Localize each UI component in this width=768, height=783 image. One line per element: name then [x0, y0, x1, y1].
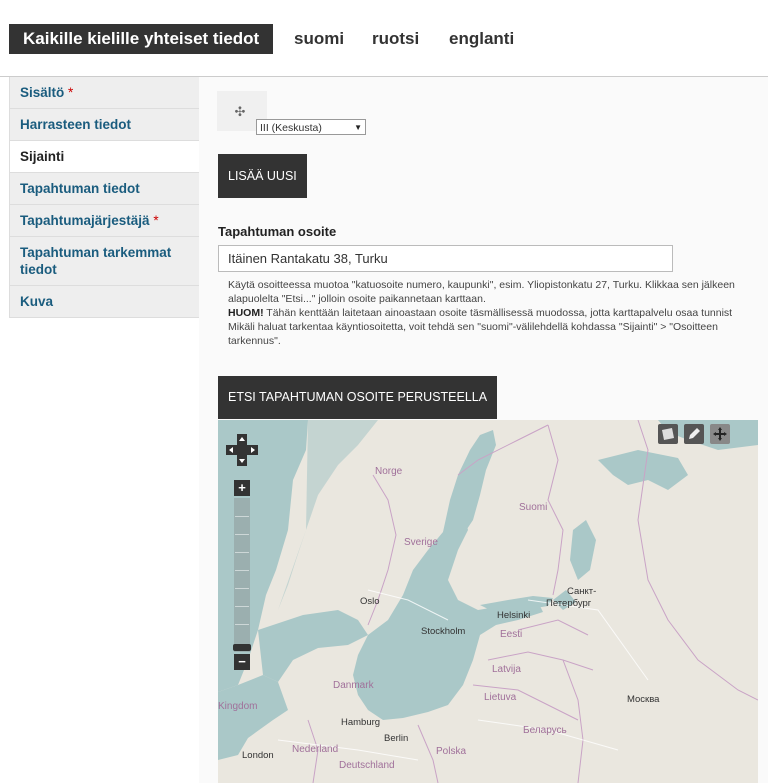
zoom-tick: [235, 570, 249, 571]
help-line: tarkennus".: [228, 335, 281, 347]
district-select[interactable]: III (Keskusta) ▼: [256, 119, 366, 135]
sidebar-item-label: Tapahtuman tarkemmat tiedot: [20, 245, 172, 277]
zoom-control: + −: [233, 480, 251, 670]
zoom-track[interactable]: [233, 498, 251, 652]
map-label-oslo: Oslo: [360, 596, 380, 607]
map-label-sverige: Sverige: [404, 537, 438, 548]
zoom-tick: [235, 606, 249, 607]
address-input[interactable]: Itäinen Rantakatu 38, Turku: [218, 245, 673, 272]
map-label-spb-1: Санкт-: [567, 586, 597, 597]
map-label-deutschland: Deutschland: [339, 760, 395, 771]
help-line: Mikäli haluat tarkentaa käyntiosoitetta,…: [228, 321, 718, 333]
district-select-value: III (Keskusta): [260, 122, 322, 134]
zoom-slider-handle[interactable]: [233, 644, 251, 651]
map-label-hamburg: Hamburg: [341, 717, 381, 728]
zoom-tick: [235, 588, 249, 589]
sidebar-item-kuva[interactable]: Kuva: [9, 286, 199, 318]
sidebar-item-label: Sijainti: [20, 149, 65, 164]
map-label-belarus: Беларусь: [523, 725, 567, 736]
sidebar-item-label: Kuva: [20, 294, 54, 309]
pan-control[interactable]: [226, 434, 258, 466]
map-label-lietuva: Lietuva: [484, 692, 517, 703]
sidebar-item-label: Tapahtuman tiedot: [20, 181, 140, 196]
language-tabs: Kaikille kielille yhteiset tiedot suomi …: [0, 0, 768, 77]
help-huom: HUOM!: [228, 307, 264, 319]
search-address-button[interactable]: ETSI TAPAHTUMAN OSOITE PERUSTEELLA: [218, 376, 498, 419]
vertical-tabs: Sisältö * Harrasteen tiedot Sijainti Tap…: [9, 77, 200, 318]
sidebar-item-tarkemmat-tiedot[interactable]: Tapahtuman tarkemmat tiedot: [9, 237, 199, 286]
draw-polygon-icon[interactable]: [658, 424, 678, 444]
sidebar-item-label: Sisältö: [20, 85, 65, 100]
map-label-spb-2: Петербург: [546, 598, 592, 609]
map-label-london: London: [242, 750, 274, 761]
map-label-eesti: Eesti: [500, 629, 523, 640]
map-label-nederland: Nederland: [292, 744, 339, 755]
zoom-tick: [235, 624, 249, 625]
map-label-stockholm: Stockholm: [421, 626, 466, 637]
zoom-tick: [235, 534, 249, 535]
map-label-helsinki: Helsinki: [497, 610, 531, 621]
chevron-down-icon: ▼: [354, 123, 362, 132]
map-label-kingdom: Kingdom: [218, 701, 258, 712]
sidebar-item-sisalto[interactable]: Sisältö *: [9, 77, 199, 109]
help-line-text: Tähän kenttään laitetaan ainoastaan osoi…: [263, 307, 733, 319]
required-marker: *: [68, 85, 74, 100]
drag-handle-icon[interactable]: ✣: [233, 105, 247, 119]
pan-arrows-icon: [226, 434, 258, 466]
address-help-text: Käytä osoitteessa muotoa "katuosoite num…: [228, 278, 768, 348]
map-label-suomi: Suomi: [519, 502, 548, 513]
zoom-tick: [235, 516, 249, 517]
map-base: [218, 420, 758, 783]
tab-englanti[interactable]: englanti: [449, 24, 514, 54]
sidebar-item-sijainti[interactable]: Sijainti: [9, 141, 199, 173]
sidebar-item-tapahtumajarjestaja[interactable]: Tapahtumajärjestäjä *: [9, 205, 199, 237]
help-line: Käytä osoitteessa muotoa "katuosoite num…: [228, 279, 735, 291]
help-line: HUOM! Tähän kenttään laitetaan ainoastaa…: [228, 306, 768, 320]
add-new-button[interactable]: LISÄÄ UUSI: [218, 154, 307, 198]
map-label-berlin: Berlin: [384, 733, 409, 744]
required-marker: *: [153, 213, 159, 228]
sidebar-item-label: Tapahtumajärjestäjä: [20, 213, 150, 228]
help-line: alapuolelta "Etsi..." jolloin osoite pai…: [228, 293, 486, 305]
map-label-latvija: Latvija: [492, 664, 521, 675]
sidebar-item-harrasteen-tiedot[interactable]: Harrasteen tiedot: [9, 109, 199, 141]
map-view[interactable]: + − Norge Suomi Sverige Oslo Stockholm H…: [218, 420, 758, 783]
tab-common[interactable]: Kaikille kielille yhteiset tiedot: [9, 24, 274, 54]
sidebar-item-label: Harrasteen tiedot: [20, 117, 132, 132]
tab-suomi[interactable]: suomi: [294, 24, 344, 54]
map-label-danmark: Danmark: [333, 680, 374, 691]
zoom-out-button[interactable]: −: [234, 654, 250, 670]
map-label-polska: Polska: [436, 746, 467, 757]
edit-pencil-icon[interactable]: [684, 424, 704, 444]
tab-ruotsi[interactable]: ruotsi: [372, 24, 419, 54]
sidebar-item-tapahtuman-tiedot[interactable]: Tapahtuman tiedot: [9, 173, 199, 205]
map-label-moskva: Москва: [627, 694, 660, 705]
address-label: Tapahtuman osoite: [218, 224, 337, 239]
zoom-in-button[interactable]: +: [234, 480, 250, 496]
move-icon[interactable]: [710, 424, 730, 444]
zoom-tick: [235, 552, 249, 553]
map-label-norge: Norge: [375, 466, 403, 477]
